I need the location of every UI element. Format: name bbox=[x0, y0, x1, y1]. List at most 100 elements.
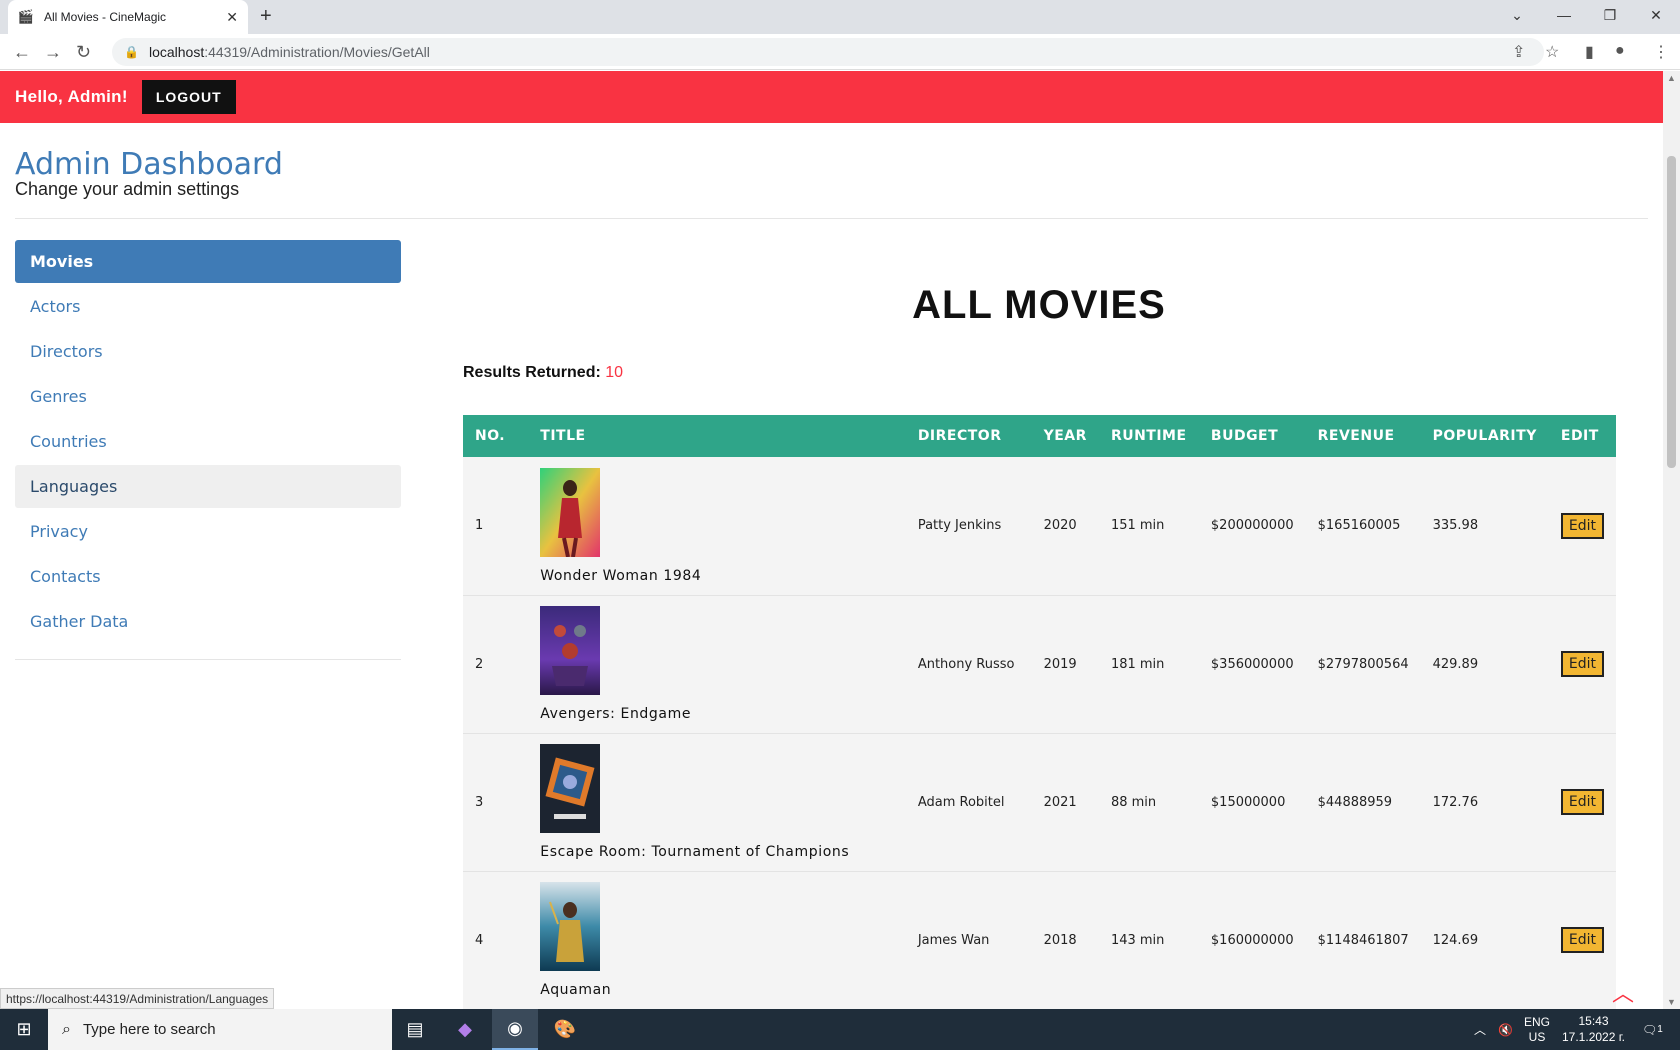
movie-title[interactable]: Avengers: Endgame bbox=[540, 706, 691, 722]
movie-title[interactable]: Wonder Woman 1984 bbox=[540, 568, 701, 584]
table-row: 1 Wonder Woman 1984 Patty Jenkins 2020 1… bbox=[463, 457, 1616, 595]
cell-revenue: $2797800564 bbox=[1317, 656, 1409, 672]
task-view-icon[interactable]: ▤ bbox=[392, 1009, 438, 1050]
chrome-icon[interactable]: ◉ bbox=[492, 1009, 538, 1050]
cell-no: 4 bbox=[475, 932, 484, 948]
cell-revenue: $1148461807 bbox=[1317, 932, 1409, 948]
language-code: ENG bbox=[1524, 1014, 1551, 1029]
cell-director: Patty Jenkins bbox=[917, 518, 1002, 534]
sidebar-item-movies[interactable]: Movies bbox=[15, 240, 401, 283]
bookmark-star-icon[interactable]: ☆ bbox=[1545, 42, 1559, 62]
edit-button[interactable]: Edit bbox=[1560, 927, 1604, 953]
cell-edit: Edit bbox=[1549, 733, 1616, 871]
minimize-icon[interactable]: — bbox=[1541, 0, 1587, 30]
greeting: Hello, Admin! bbox=[15, 87, 128, 106]
edit-button[interactable]: Edit bbox=[1560, 651, 1604, 677]
sidebar-item-privacy[interactable]: Privacy bbox=[15, 510, 401, 553]
movie-poster[interactable] bbox=[540, 606, 601, 695]
notifications-icon[interactable]: 🗨 1 bbox=[1642, 1009, 1663, 1050]
reload-icon[interactable]: ↻ bbox=[76, 42, 91, 63]
movie-poster[interactable] bbox=[540, 882, 601, 971]
sidebar-item-gather-data[interactable]: Gather Data bbox=[15, 600, 401, 643]
table-row: 4 Aquaman James Wan 2018 143 min $160000… bbox=[463, 871, 1616, 1009]
cell-revenue: $165160005 bbox=[1317, 518, 1401, 534]
new-tab-icon[interactable]: + bbox=[260, 5, 272, 28]
scroll-thumb[interactable] bbox=[1667, 156, 1676, 468]
results-label: Results Returned: bbox=[463, 364, 601, 381]
sidebar-item-genres[interactable]: Genres bbox=[15, 375, 401, 418]
cell-budget: $15000000 bbox=[1210, 794, 1286, 810]
sidebar-item-contacts[interactable]: Contacts bbox=[15, 555, 401, 598]
cell-budget: $160000000 bbox=[1210, 932, 1294, 948]
notification-count: 1 bbox=[1657, 1024, 1663, 1035]
link-status-bar: https://localhost:44319/Administration/L… bbox=[0, 988, 275, 1009]
sidebar-item-directors[interactable]: Directors bbox=[15, 330, 401, 373]
menu-kebab-icon[interactable]: ⋮ bbox=[1653, 42, 1669, 62]
taskbar-search-input[interactable]: ⌕ Type here to search bbox=[48, 1009, 392, 1050]
divider bbox=[15, 659, 401, 660]
movie-title[interactable]: Escape Room: Tournament of Champions bbox=[540, 844, 849, 860]
page-scrollbar[interactable]: ▲ ▼ bbox=[1663, 71, 1680, 1009]
admin-sidebar: Movies Actors Directors Genres Countries… bbox=[15, 240, 401, 660]
cell-runtime: 88 min bbox=[1110, 794, 1157, 810]
column-header-title: TITLE bbox=[540, 428, 586, 444]
movie-poster[interactable] bbox=[540, 467, 601, 557]
language-indicator[interactable]: ENG US bbox=[1524, 1009, 1550, 1050]
sidebar-item-countries[interactable]: Countries bbox=[15, 420, 401, 463]
browser-tab-active[interactable]: 🎬 All Movies - CineMagic ✕ bbox=[8, 0, 248, 34]
cell-budget: $200000000 bbox=[1210, 518, 1294, 534]
column-header-edit: EDIT bbox=[1560, 428, 1599, 444]
tab-title: All Movies - CineMagic bbox=[44, 10, 167, 24]
cell-edit: Edit bbox=[1549, 595, 1616, 733]
movie-title[interactable]: Aquaman bbox=[540, 982, 611, 998]
admin-topbar: Hello, Admin! LOGOUT bbox=[0, 71, 1663, 123]
results-count: 10 bbox=[605, 364, 624, 381]
address-bar[interactable]: 🔒 localhost:44319/Administration/Movies/… bbox=[112, 38, 1544, 66]
cell-no: 1 bbox=[475, 518, 484, 534]
sidebar-item-languages[interactable]: Languages bbox=[15, 465, 401, 508]
forward-icon[interactable]: → bbox=[44, 42, 62, 63]
page-viewport: Hello, Admin! LOGOUT Admin Dashboard Cha… bbox=[0, 71, 1663, 1009]
system-clock[interactable]: 15:43 17.1.2022 г. bbox=[1562, 1013, 1625, 1045]
back-icon[interactable]: ← bbox=[13, 42, 31, 63]
tab-search-icon[interactable]: ⌄ bbox=[1494, 0, 1540, 30]
cell-title: Aquaman bbox=[528, 871, 906, 1009]
cell-title: Wonder Woman 1984 bbox=[528, 457, 906, 595]
movies-table: NO. TITLE DIRECTOR YEAR RUNTIME BUDGET R… bbox=[463, 415, 1616, 1009]
clock-time: 15:43 bbox=[1578, 1014, 1609, 1028]
close-icon[interactable]: ✕ bbox=[226, 9, 238, 26]
scroll-to-top-icon[interactable]: ︿ bbox=[1612, 976, 1634, 1008]
side-panel-icon[interactable]: ▮ bbox=[1585, 42, 1594, 62]
cell-budget: $356000000 bbox=[1210, 656, 1294, 672]
search-placeholder: Type here to search bbox=[82, 1021, 216, 1038]
cell-runtime: 143 min bbox=[1110, 932, 1165, 948]
cell-runtime: 181 min bbox=[1110, 656, 1165, 672]
clapperboard-icon: 🎬 bbox=[17, 9, 35, 24]
cell-year: 2018 bbox=[1043, 932, 1077, 948]
scroll-down-icon[interactable]: ▼ bbox=[1667, 997, 1676, 1007]
logout-button[interactable]: LOGOUT bbox=[141, 80, 236, 114]
volume-muted-icon[interactable]: 🔇 bbox=[1498, 1009, 1513, 1050]
page-subtitle: Change your admin settings bbox=[15, 179, 240, 199]
share-icon[interactable]: ⇪ bbox=[1512, 42, 1525, 62]
scroll-up-icon[interactable]: ▲ bbox=[1667, 73, 1676, 83]
tray-chevron-icon[interactable]: ︿ bbox=[1474, 1009, 1486, 1050]
profile-avatar-icon[interactable]: ● bbox=[1615, 42, 1625, 60]
window-close-icon[interactable]: ✕ bbox=[1633, 0, 1679, 30]
visual-studio-icon[interactable]: ◆ bbox=[442, 1009, 488, 1050]
sidebar-item-actors[interactable]: Actors bbox=[15, 285, 401, 328]
restore-icon[interactable]: ❐ bbox=[1587, 0, 1633, 30]
search-icon: ⌕ bbox=[62, 1020, 71, 1038]
cell-popularity: 429.89 bbox=[1432, 656, 1479, 672]
edit-button[interactable]: Edit bbox=[1560, 789, 1604, 815]
column-header-runtime: RUNTIME bbox=[1110, 428, 1187, 444]
results-summary: Results Returned: 10 bbox=[463, 364, 623, 382]
cell-title: Escape Room: Tournament of Champions bbox=[528, 733, 906, 871]
column-header-director: DIRECTOR bbox=[917, 428, 1002, 444]
paint-icon[interactable]: 🎨 bbox=[542, 1009, 588, 1050]
windows-start-icon[interactable]: ⊞ bbox=[0, 1009, 48, 1050]
movie-poster[interactable] bbox=[540, 744, 601, 833]
column-header-popularity: POPULARITY bbox=[1432, 428, 1537, 444]
edit-button[interactable]: Edit bbox=[1560, 512, 1604, 539]
lock-icon[interactable]: 🔒 bbox=[124, 45, 139, 59]
